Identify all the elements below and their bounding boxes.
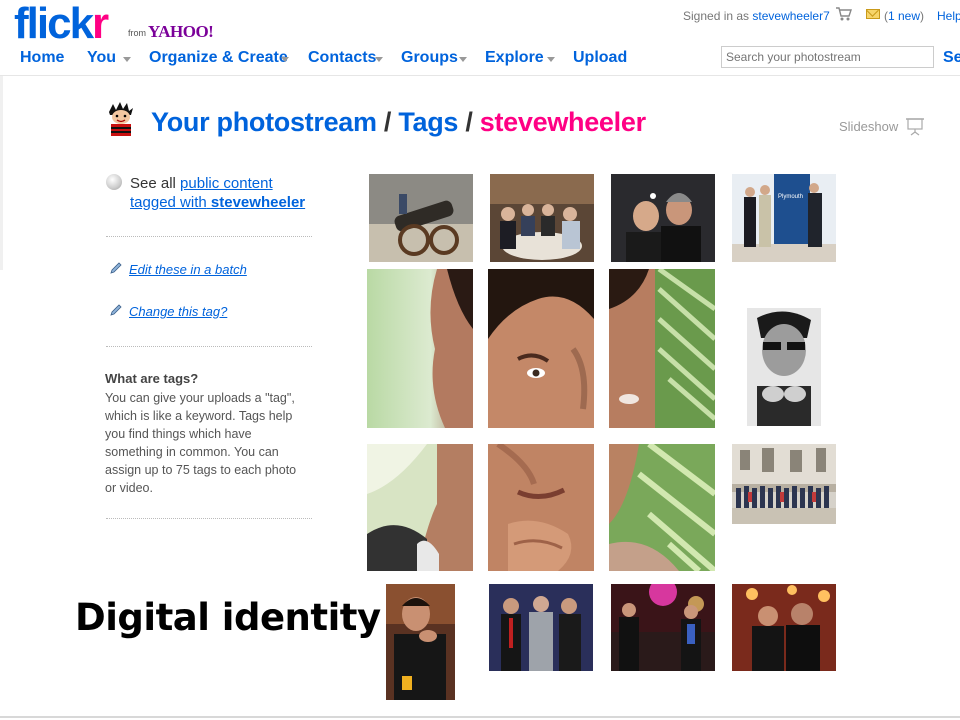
nav-groups-dropdown-icon[interactable] xyxy=(459,57,467,62)
edit-batch-link[interactable]: Edit these in a batch xyxy=(129,262,247,277)
photo-thumbnail[interactable] xyxy=(732,584,836,671)
logo-from-text: from xyxy=(128,28,146,38)
nav-you[interactable]: You xyxy=(87,49,116,67)
photo-thumbnail[interactable] xyxy=(369,174,473,262)
slideshow-icon[interactable] xyxy=(905,116,925,136)
pencil-icon xyxy=(110,262,122,274)
nav-you-dropdown-icon[interactable] xyxy=(123,57,131,62)
flickr-logo[interactable]: flickr xyxy=(14,2,109,46)
current-tag: stevewheeler xyxy=(479,107,646,137)
nav-organize-dropdown-icon[interactable] xyxy=(281,57,289,62)
yahoo-logo: YAHOO! xyxy=(148,22,214,41)
globe-icon xyxy=(106,174,122,190)
what-are-tags-heading: What are tags? xyxy=(105,371,199,386)
nav-contacts[interactable]: Contacts xyxy=(308,49,376,67)
photo-thumbnail[interactable] xyxy=(488,444,594,571)
nav-upload[interactable]: Upload xyxy=(573,49,627,67)
photo-thumbnail[interactable] xyxy=(747,308,821,426)
divider xyxy=(106,518,312,519)
slide-caption: Digital identity xyxy=(75,596,381,639)
nav-home[interactable]: Home xyxy=(20,49,64,67)
breadcrumb-tags[interactable]: Tags xyxy=(398,107,458,137)
photo-thumbnail[interactable] xyxy=(490,174,594,262)
photo-thumbnail[interactable] xyxy=(488,269,594,428)
nav-organize[interactable]: Organize & Create xyxy=(149,49,288,67)
new-messages-link[interactable]: 1 new xyxy=(888,9,920,23)
new-messages: (1 new) xyxy=(884,9,925,23)
signed-in-status: Signed in as stevewheeler7 xyxy=(683,9,830,23)
help-link[interactable]: Help xyxy=(937,9,960,23)
search-input[interactable] xyxy=(721,46,934,68)
photo-thumbnail[interactable] xyxy=(386,584,455,700)
bottom-rule xyxy=(0,716,960,718)
what-are-tags-text: You can give your uploads a "tag", which… xyxy=(105,391,297,495)
divider xyxy=(106,346,312,347)
photo-thumbnail[interactable] xyxy=(609,444,715,571)
photo-thumbnail[interactable] xyxy=(489,584,593,671)
public-content-link[interactable]: public content xyxy=(180,175,273,192)
photo-thumbnail[interactable] xyxy=(732,444,836,524)
username-link[interactable]: stevewheeler7 xyxy=(752,9,829,23)
divider xyxy=(106,236,312,237)
cart-icon[interactable] xyxy=(835,6,853,22)
nav-explore-dropdown-icon[interactable] xyxy=(547,57,555,62)
mail-icon[interactable] xyxy=(866,9,880,19)
photo-thumbnail[interactable] xyxy=(611,584,715,671)
photo-thumbnail[interactable] xyxy=(609,269,715,428)
user-avatar[interactable] xyxy=(106,100,136,136)
nav-contacts-dropdown-icon[interactable] xyxy=(375,57,383,62)
svg-text:Plymouth: Plymouth xyxy=(778,194,803,200)
nav-explore[interactable]: Explore xyxy=(485,49,544,67)
left-edge-rule xyxy=(0,76,3,270)
photo-thumbnail[interactable] xyxy=(367,444,473,571)
photo-thumbnail[interactable]: Plymouth xyxy=(732,174,836,262)
page-title: Your photostream / Tags / stevewheeler xyxy=(151,107,646,137)
see-all-public-content: See all public content tagged with steve… xyxy=(130,175,306,211)
search-button[interactable]: Se xyxy=(943,49,960,67)
breadcrumb-photostream[interactable]: Your photostream xyxy=(151,107,377,137)
photo-thumbnail[interactable] xyxy=(367,269,473,428)
photo-thumbnail[interactable] xyxy=(611,174,715,262)
top-bar: flickr from YAHOO! Signed in as stevewhe… xyxy=(0,0,960,76)
slideshow-link[interactable]: Slideshow xyxy=(839,119,898,134)
change-tag-link[interactable]: Change this tag? xyxy=(129,304,227,319)
pencil-icon xyxy=(110,304,122,316)
tagged-with-link[interactable]: tagged with stevewheeler xyxy=(130,194,305,211)
nav-groups[interactable]: Groups xyxy=(401,49,458,67)
